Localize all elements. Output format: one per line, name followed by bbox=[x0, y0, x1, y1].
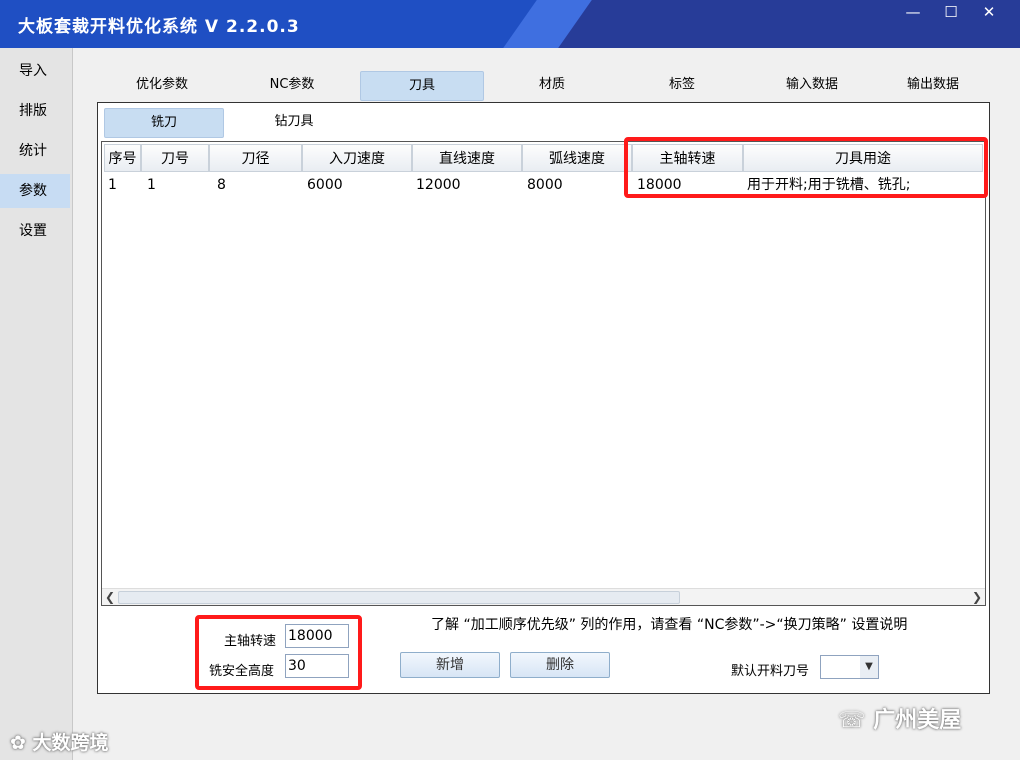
minimize-button[interactable]: — bbox=[894, 0, 932, 26]
sidebar-item-layout[interactable]: 排版 bbox=[0, 94, 70, 128]
scroll-right-icon[interactable]: ❯ bbox=[972, 589, 982, 605]
sidebar-item-parameters[interactable]: 参数 bbox=[0, 174, 70, 208]
column-header-tool-diameter[interactable]: 刀径 bbox=[209, 144, 302, 172]
chevron-down-icon[interactable]: ▼ bbox=[860, 656, 878, 678]
close-button[interactable]: ✕ bbox=[970, 0, 1008, 26]
horizontal-scrollbar[interactable]: ❮ ❯ bbox=[102, 588, 985, 605]
tab-nc-params[interactable]: NC参数 bbox=[242, 71, 342, 101]
column-header-arc-speed[interactable]: 弧线速度 bbox=[522, 144, 632, 172]
watermark-right-text: 广州美屋 bbox=[873, 708, 962, 733]
sidebar: 导入 排版 统计 参数 设置 bbox=[0, 48, 73, 760]
subtab-drill-tools[interactable]: 钻刀具 bbox=[244, 108, 344, 138]
tab-label[interactable]: 标签 bbox=[632, 71, 732, 101]
column-header-tool-number[interactable]: 刀号 bbox=[141, 144, 209, 172]
spindle-speed-label: 主轴转速 bbox=[224, 634, 277, 649]
default-tool-label: 默认开料刀号 bbox=[731, 664, 810, 679]
delete-button[interactable]: 删除 bbox=[510, 652, 610, 678]
tab-material[interactable]: 材质 bbox=[502, 71, 602, 101]
tab-output-data[interactable]: 输出数据 bbox=[883, 71, 983, 101]
scrollbar-thumb[interactable] bbox=[118, 591, 680, 604]
spindle-speed-input[interactable]: 18000 bbox=[285, 624, 349, 648]
column-header-index[interactable]: 序号 bbox=[104, 144, 141, 172]
sidebar-item-settings[interactable]: 设置 bbox=[0, 214, 70, 248]
tab-tools[interactable]: 刀具 bbox=[360, 71, 484, 101]
spindle-usage-highlight bbox=[624, 137, 988, 198]
add-button[interactable]: 新增 bbox=[400, 652, 500, 678]
tools-table: 序号 刀号 刀径 入刀速度 直线速度 弧线速度 主轴转速 刀具用途 1 1 8 … bbox=[101, 141, 986, 606]
sidebar-item-statistics[interactable]: 统计 bbox=[0, 134, 70, 168]
wechat-icon: ☏ bbox=[838, 708, 866, 733]
maximize-button[interactable]: ☐ bbox=[932, 0, 970, 26]
watermark-left: ✿ 大数跨境 bbox=[10, 728, 109, 755]
tab-optimization-params[interactable]: 优化参数 bbox=[112, 71, 212, 101]
subtab-milling-cutter[interactable]: 铣刀 bbox=[104, 108, 224, 138]
safe-height-input[interactable]: 30 bbox=[285, 654, 349, 678]
table-cell-linear-speed[interactable]: 12000 bbox=[416, 175, 461, 195]
scroll-left-icon[interactable]: ❮ bbox=[105, 589, 115, 605]
window-title: 大板套裁开料优化系统 V 2.2.0.3 bbox=[18, 17, 300, 37]
table-cell-arc-speed[interactable]: 8000 bbox=[527, 175, 563, 195]
table-cell-index[interactable]: 1 bbox=[108, 175, 117, 195]
safe-height-label: 铣安全高度 bbox=[209, 664, 275, 679]
watermark-left-text: 大数跨境 bbox=[32, 732, 109, 754]
watermark-logo-icon: ✿ bbox=[10, 732, 26, 754]
sidebar-item-import[interactable]: 导入 bbox=[0, 54, 70, 88]
table-cell-tool-diameter[interactable]: 8 bbox=[217, 175, 226, 195]
column-header-linear-speed[interactable]: 直线速度 bbox=[412, 144, 522, 172]
column-header-entry-speed[interactable]: 入刀速度 bbox=[302, 144, 412, 172]
table-cell-tool-number[interactable]: 1 bbox=[147, 175, 156, 195]
default-tool-select[interactable]: ▼ bbox=[820, 655, 879, 679]
tab-input-data[interactable]: 输入数据 bbox=[762, 71, 862, 101]
table-cell-entry-speed[interactable]: 6000 bbox=[307, 175, 343, 195]
watermark-right: ☏ 广州美屋 bbox=[838, 702, 961, 734]
nc-priority-hint: 了解 “加工顺序优先级” 列的作用，请查看 “NC参数”->“换刀策略” 设置说… bbox=[431, 617, 908, 633]
title-bar: 大板套裁开料优化系统 V 2.2.0.3 — ☐ ✕ bbox=[0, 0, 1020, 48]
